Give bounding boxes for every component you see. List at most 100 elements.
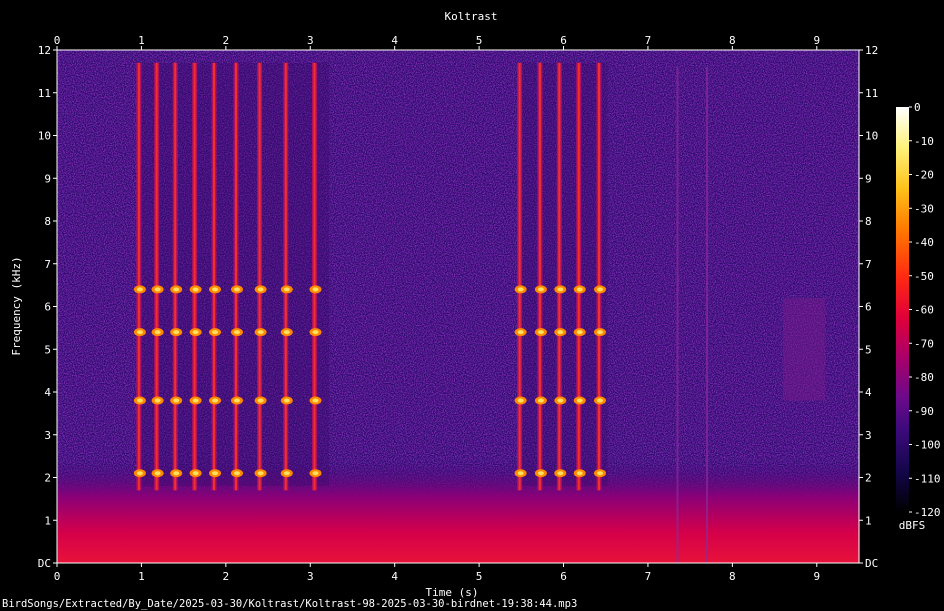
y-tick-label: 7: [44, 258, 51, 271]
colorbar-tick-label: -110: [914, 472, 941, 485]
harmonic-highlight: [576, 471, 583, 476]
colorbar-tick-label: -120: [914, 506, 941, 519]
colorbar-tick-label: -10: [914, 135, 934, 148]
phrase-region: [137, 62, 329, 487]
harmonic-highlight: [257, 330, 264, 335]
harmonic-highlight: [517, 287, 524, 292]
y-tick-label: 12: [865, 44, 878, 57]
harmonic-highlight: [576, 330, 583, 335]
y-tick-label: 4: [865, 386, 872, 399]
note-core: [597, 62, 600, 491]
x-tick-label: 8: [729, 34, 736, 47]
file-path-caption: BirdSongs/Extracted/By_Date/2025-03-30/K…: [2, 598, 577, 610]
colorbar-tick-label: -30: [914, 202, 934, 215]
harmonic-highlight: [136, 287, 143, 292]
y-tick-label: 9: [865, 172, 872, 185]
y-tick-label: 10: [865, 130, 878, 143]
harmonic-highlight: [557, 471, 564, 476]
colorbar-tick-label: -100: [914, 439, 941, 452]
harmonic-highlight: [576, 398, 583, 403]
note-core: [155, 62, 158, 491]
harmonic-highlight: [233, 471, 240, 476]
harmonic-highlight: [596, 471, 603, 476]
y-tick-label: 11: [38, 87, 51, 100]
harmonic-highlight: [173, 398, 180, 403]
y-tick-label: 3: [865, 429, 872, 442]
colorbar-tick-label: -90: [914, 405, 934, 418]
harmonic-highlight: [283, 398, 290, 403]
harmonic-highlight: [192, 330, 199, 335]
vertical-line-mark: [676, 67, 679, 563]
x-tick-label: 3: [307, 34, 314, 47]
harmonic-highlight: [596, 330, 603, 335]
colorbar-tick-label: -40: [914, 236, 934, 249]
x-tick-label: 3: [307, 570, 314, 583]
note-core: [538, 62, 541, 491]
harmonic-highlight: [233, 287, 240, 292]
note-core: [313, 62, 316, 491]
faint-patch: [783, 297, 826, 401]
harmonic-highlight: [173, 330, 180, 335]
colorbar-tick-label: -20: [914, 169, 934, 182]
y-tick-label: 11: [865, 87, 878, 100]
x-tick-label: 6: [560, 570, 567, 583]
harmonic-highlight: [192, 287, 199, 292]
harmonic-highlight: [173, 471, 180, 476]
harmonic-highlight: [557, 330, 564, 335]
note-core: [137, 62, 140, 491]
spectrogram-figure: Koltrast 0123456789 0123456789 DC1234567…: [2, 10, 941, 610]
x-axis-bottom: 0 1 2 3 4 5 6 7 8 9: [54, 563, 820, 583]
harmonic-highlight: [212, 398, 219, 403]
harmonic-highlight: [557, 398, 564, 403]
harmonic-highlight: [283, 471, 290, 476]
y-axis-left: DC123456789101112: [38, 44, 57, 570]
y-tick-label: 6: [44, 301, 51, 314]
harmonic-highlight: [312, 471, 319, 476]
harmonic-highlight: [576, 287, 583, 292]
y-tick-label: 12: [38, 44, 51, 57]
x-tick-label: 9: [813, 570, 820, 583]
x-tick-label: 7: [645, 34, 652, 47]
note-core: [193, 62, 196, 491]
note-core: [577, 62, 580, 491]
y-tick-label: 2: [44, 472, 51, 485]
y-tick-label: DC: [865, 557, 878, 570]
x-tick-label: 1: [138, 570, 145, 583]
harmonic-highlight: [517, 330, 524, 335]
harmonic-highlight: [154, 471, 161, 476]
harmonic-highlight: [212, 287, 219, 292]
y-tick-label: 10: [38, 130, 51, 143]
x-tick-label: 5: [476, 34, 483, 47]
harmonic-highlight: [136, 330, 143, 335]
note-core: [284, 62, 287, 491]
colorbar-tick-label: 0: [914, 101, 921, 114]
spectrogram-image: [57, 50, 859, 563]
chart-title: Koltrast: [445, 10, 498, 23]
y-tick-label: 9: [44, 172, 51, 185]
y-tick-label: 5: [44, 343, 51, 356]
harmonic-highlight: [517, 398, 524, 403]
harmonic-highlight: [233, 330, 240, 335]
x-tick-label: 1: [138, 34, 145, 47]
harmonic-highlight: [537, 287, 544, 292]
y-tick-label: 1: [865, 514, 872, 527]
colorbar-ticks: 0 -10 -20 -30 -40 -50 -60 -70 -80 -90 -100 -110 -120: [909, 101, 941, 519]
x-tick-label: 7: [645, 570, 652, 583]
note-core: [234, 62, 237, 491]
y-tick-label: 3: [44, 429, 51, 442]
harmonic-highlight: [136, 471, 143, 476]
harmonic-highlight: [312, 398, 319, 403]
note-core: [174, 62, 177, 491]
y-axis-right: DC123456789101112: [859, 44, 878, 570]
colorbar-tick-label: -70: [914, 337, 934, 350]
harmonic-highlight: [257, 287, 264, 292]
x-tick-label: 9: [813, 34, 820, 47]
x-tick-label: 6: [560, 34, 567, 47]
harmonic-highlight: [154, 330, 161, 335]
plot-area: [56, 49, 860, 564]
harmonic-highlight: [154, 398, 161, 403]
y-tick-label: 2: [865, 472, 872, 485]
harmonic-highlight: [192, 471, 199, 476]
y-tick-label: DC: [38, 557, 51, 570]
y-tick-label: 5: [865, 343, 872, 356]
